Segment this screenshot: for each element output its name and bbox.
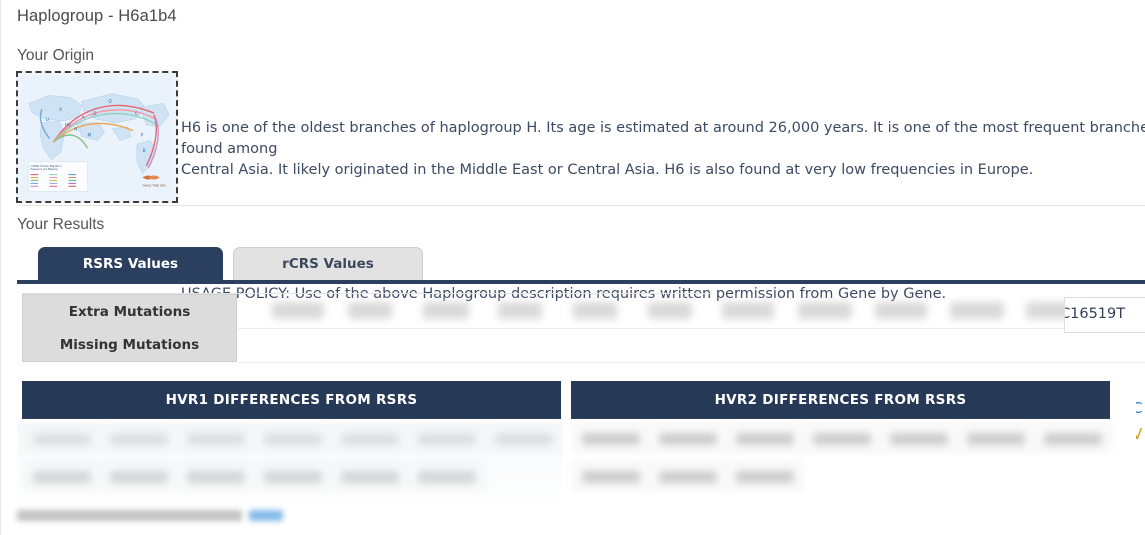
svg-text:N: N: [74, 127, 77, 133]
hvr1-cell[interactable]: [100, 461, 178, 491]
mutations-row-labels: Extra Mutations Missing Mutations: [22, 294, 237, 362]
svg-text:M: M: [88, 132, 92, 138]
hvr1-cell[interactable]: [254, 461, 332, 491]
svg-text:U: U: [46, 117, 49, 123]
tab-active-connector: [39, 280, 222, 284]
footer-note-text: [17, 510, 242, 521]
hvr2-cell[interactable]: [726, 423, 804, 453]
clipped-glyph-bottom: V: [1136, 425, 1143, 443]
svg-text:P: P: [141, 132, 144, 138]
tab-rsrs-values[interactable]: RSRS Values: [38, 247, 223, 280]
page-title: Haplogroup - H6a1b4: [17, 7, 177, 25]
hvr1-cell[interactable]: [331, 423, 409, 453]
visible-mutation-value[interactable]: C16519T: [1064, 297, 1145, 333]
hvr2-panel: HVR2 DIFFERENCES FROM RSRS: [571, 381, 1112, 495]
svg-text:A: A: [82, 115, 85, 121]
mutation-chip[interactable]: [498, 302, 542, 319]
svg-text:X: X: [59, 107, 62, 113]
hvr2-cell[interactable]: [957, 423, 1035, 453]
mutation-chip[interactable]: [875, 302, 927, 319]
world-migration-map-svg: QDA MCP BXU HVN mtDNA Human Migration Fr…: [21, 76, 173, 198]
footer-note-link[interactable]: [249, 510, 283, 521]
hvr2-cell[interactable]: [880, 423, 958, 453]
hvr1-cell[interactable]: [485, 423, 563, 453]
description-paragraph-1: H6 is one of the oldest branches of hapl…: [181, 120, 1145, 178]
tab-rcrs-values[interactable]: rCRS Values: [233, 247, 423, 280]
hvr1-row-2: [22, 457, 561, 495]
mutation-chip[interactable]: [950, 302, 1004, 319]
migration-map-thumbnail[interactable]: QDA MCP BXU HV N mtDNA Human Migration Fr…: [16, 71, 178, 203]
missing-mutations-label: Missing Mutations: [59, 336, 200, 353]
hvr1-values-grid: [22, 419, 563, 495]
hvr1-cell[interactable]: [331, 461, 409, 491]
hvr2-heading: HVR2 DIFFERENCES FROM RSRS: [571, 381, 1110, 419]
haplogroup-results-page: Haplogroup - H6a1b4 Your Origin Q D A M …: [0, 0, 1145, 535]
hvr2-cell[interactable]: [572, 461, 650, 491]
hvr1-row-1: [22, 419, 563, 457]
svg-text:FAMILY TREE DNA: FAMILY TREE DNA: [143, 183, 166, 187]
page-left-border: [0, 0, 1, 535]
hvr1-panel: HVR1 DIFFERENCES FROM RSRS: [22, 381, 563, 495]
visible-mutation-text: C16519T: [1064, 306, 1126, 322]
missing-mutations-row: [238, 328, 1145, 363]
hvr1-cell[interactable]: [177, 461, 255, 491]
hvr1-cell[interactable]: [408, 461, 486, 491]
svg-text:Frequency and Mapping: Frequency and Mapping: [31, 168, 59, 171]
hvr1-cell[interactable]: [23, 461, 101, 491]
hvr1-cell[interactable]: [254, 423, 332, 453]
hvr1-cell[interactable]: [100, 423, 178, 453]
hvr2-cell[interactable]: [649, 423, 727, 453]
svg-text:HV: HV: [65, 123, 71, 129]
hvr2-cell[interactable]: [1034, 423, 1112, 453]
svg-text:B: B: [143, 148, 146, 154]
hvr2-row-2: [571, 457, 1110, 495]
svg-text:mtDNA Human Migration: mtDNA Human Migration: [31, 164, 62, 168]
right-edge-clipped-content: C V: [1136, 395, 1145, 455]
migration-map-image: QDA MCP BXU HV N mtDNA Human Migration Fr…: [21, 76, 173, 198]
svg-text:Q: Q: [108, 98, 112, 104]
hvr2-cell[interactable]: [649, 461, 727, 491]
mutations-table: Extra Mutations Missing Mutations: [17, 292, 1145, 364]
svg-text:C: C: [135, 111, 138, 117]
mutation-chip[interactable]: [722, 302, 774, 319]
hvr2-values-grid: [571, 419, 1112, 495]
hvr2-cell[interactable]: [572, 423, 650, 453]
mutation-chip[interactable]: [272, 302, 324, 319]
clipped-glyph-top: C: [1136, 399, 1143, 417]
hvr2-row-1: [571, 419, 1112, 457]
hvr2-cell[interactable]: [803, 423, 881, 453]
hvr2-cell[interactable]: [726, 461, 804, 491]
footer-note: [17, 510, 317, 526]
hvr1-heading: HVR1 DIFFERENCES FROM RSRS: [22, 381, 561, 419]
extra-mutations-label: Extra Mutations: [68, 303, 191, 320]
extra-mutations-row: [238, 294, 1145, 329]
your-origin-heading: Your Origin: [17, 47, 94, 64]
mutation-chip[interactable]: [348, 302, 392, 319]
hvr1-cell[interactable]: [177, 423, 255, 453]
your-results-heading: Your Results: [17, 216, 105, 233]
mutation-chip[interactable]: [573, 302, 617, 319]
section-divider: [17, 205, 1145, 206]
mutation-chip[interactable]: [798, 302, 852, 319]
hvr1-cell[interactable]: [408, 423, 486, 453]
mutation-chip[interactable]: [423, 302, 469, 319]
hvr1-cell[interactable]: [23, 423, 101, 453]
mutation-chip[interactable]: [648, 302, 692, 319]
